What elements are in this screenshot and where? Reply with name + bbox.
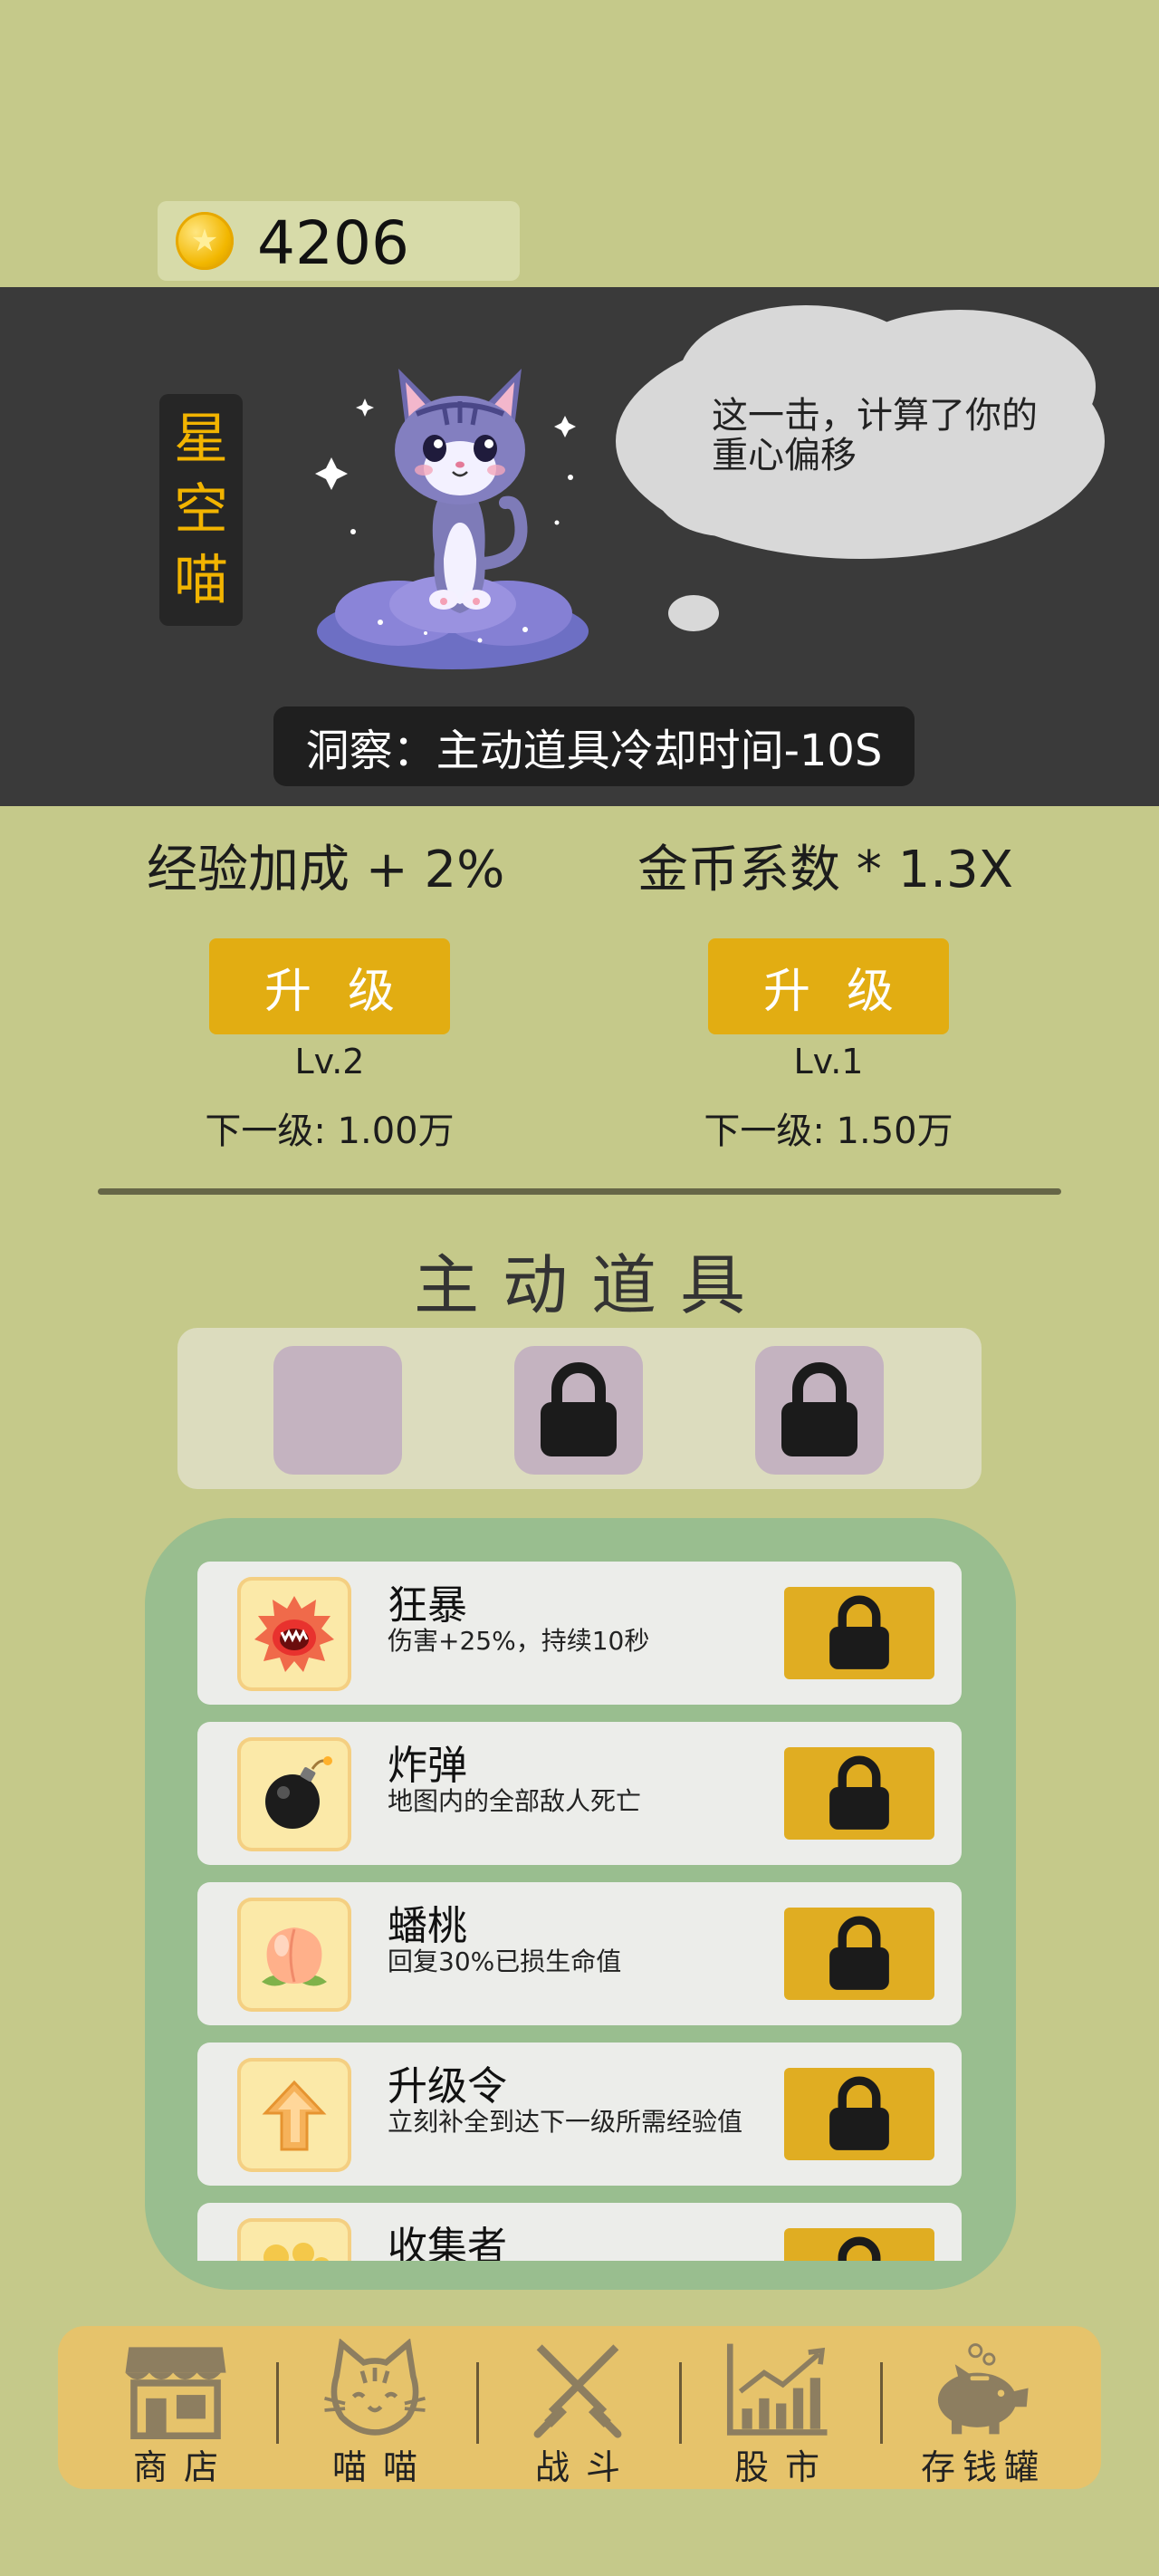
coin-star-icon: ★ [176, 212, 234, 270]
cat-hero-panel: 星 空 喵 这一击，计算了你的重心偏移 洞察：主动道具冷却时间-10S [0, 287, 1159, 806]
cat-face-icon [324, 2339, 426, 2436]
bomb-icon [237, 1737, 351, 1851]
lock-icon [829, 1755, 889, 1830]
nav-battle[interactable]: 战斗 [487, 2326, 668, 2489]
coins-icon [237, 2218, 351, 2261]
passive-skill-label: 洞察：主动道具冷却时间-10S [273, 706, 915, 786]
cat-name-char: 空 [174, 478, 228, 542]
upgrade-exp-button[interactable]: 升级 [209, 938, 450, 1034]
exp-bonus-label: 经验加成 + 2% [147, 841, 505, 899]
list-item: 收集者 [197, 2203, 962, 2261]
item-list[interactable]: 狂暴 伤害+25%，持续10秒 炸弹 地图内的全部敌人死亡 蟠桃 回复30%已损… [197, 1562, 962, 2261]
item-slot-locked[interactable] [514, 1346, 643, 1475]
section-divider [98, 1188, 1061, 1195]
stock-chart-icon [726, 2343, 828, 2436]
active-items-title: 主动道具 [413, 1247, 769, 1323]
item-description: 地图内的全部敌人死亡 [388, 1786, 642, 1816]
bottom-nav: 商店 喵喵 战斗 股市 存钱罐 [58, 2326, 1101, 2489]
coin-multiplier-label: 金币系数 * 1.3X [637, 841, 1014, 899]
nav-label: 战斗 [534, 2447, 637, 2487]
item-title: 蟠桃 [388, 1903, 467, 1949]
nav-piggy-bank[interactable]: 存钱罐 [889, 2326, 1070, 2489]
list-item: 升级令 立刻补全到达下一级所需经验值 [197, 2043, 962, 2186]
item-unlock-button[interactable] [784, 1587, 934, 1679]
active-item-slots [177, 1328, 982, 1489]
nav-shop[interactable]: 商店 [85, 2326, 266, 2489]
lock-icon [781, 1362, 857, 1456]
cat-name-char: 喵 [174, 549, 228, 612]
item-title: 收集者 [388, 2224, 507, 2261]
nav-label: 商店 [132, 2447, 235, 2487]
item-description: 立刻补全到达下一级所需经验值 [388, 2107, 743, 2137]
rage-face-icon [237, 1577, 351, 1691]
item-title: 狂暴 [388, 1582, 467, 1629]
cat-name-tag: 星 空 喵 [159, 394, 243, 626]
nav-cats[interactable]: 喵喵 [284, 2326, 465, 2489]
coin-level: Lv.1 [793, 1042, 864, 1081]
item-unlock-button[interactable] [784, 2228, 934, 2261]
item-unlock-button[interactable] [784, 1908, 934, 2000]
nav-divider [476, 2362, 479, 2444]
coin-next-cost: 下一级: 1.50万 [704, 1110, 953, 1152]
lock-icon [838, 2236, 881, 2261]
list-item: 蟠桃 回复30%已损生命值 [197, 1882, 962, 2025]
speech-text: 这一击，计算了你的重心偏移 [712, 395, 1038, 476]
up-arrow-icon [237, 2058, 351, 2172]
shop-icon [125, 2347, 226, 2439]
nav-divider [276, 2362, 279, 2444]
coin-counter: ★ 4206 [158, 201, 520, 281]
item-title: 炸弹 [388, 1743, 467, 1789]
cat-name-char: 星 [174, 408, 228, 471]
piggy-bank-icon [937, 2343, 1029, 2435]
item-slot-empty[interactable] [273, 1346, 402, 1475]
item-unlock-button[interactable] [784, 1747, 934, 1840]
nav-label: 存钱罐 [920, 2447, 1046, 2487]
nav-label: 股市 [733, 2447, 836, 2487]
item-title: 升级令 [388, 2063, 507, 2110]
coin-value: 4206 [257, 208, 409, 278]
upgrade-coin-button[interactable]: 升级 [708, 938, 949, 1034]
nav-divider [880, 2362, 883, 2444]
item-description: 回复30%已损生命值 [388, 1946, 622, 1976]
starry-cat-image[interactable] [299, 341, 607, 686]
nav-divider [679, 2362, 682, 2444]
item-description: 伤害+25%，持续10秒 [388, 1626, 650, 1656]
nav-label: 喵喵 [331, 2447, 434, 2487]
exp-level: Lv.2 [294, 1042, 365, 1081]
lock-icon [829, 2076, 889, 2150]
lock-icon [541, 1362, 617, 1456]
peach-icon [237, 1898, 351, 2012]
exp-next-cost: 下一级: 1.00万 [205, 1110, 455, 1152]
list-item: 炸弹 地图内的全部敌人死亡 [197, 1722, 962, 1865]
crossed-swords-icon [533, 2344, 622, 2438]
item-unlock-button[interactable] [784, 2068, 934, 2160]
item-slot-locked[interactable] [755, 1346, 884, 1475]
lock-icon [829, 1916, 889, 1990]
lock-icon [829, 1595, 889, 1669]
item-list-panel: 狂暴 伤害+25%，持续10秒 炸弹 地图内的全部敌人死亡 蟠桃 回复30%已损… [145, 1518, 1016, 2290]
list-item: 狂暴 伤害+25%，持续10秒 [197, 1562, 962, 1705]
nav-stocks[interactable]: 股市 [686, 2326, 867, 2489]
